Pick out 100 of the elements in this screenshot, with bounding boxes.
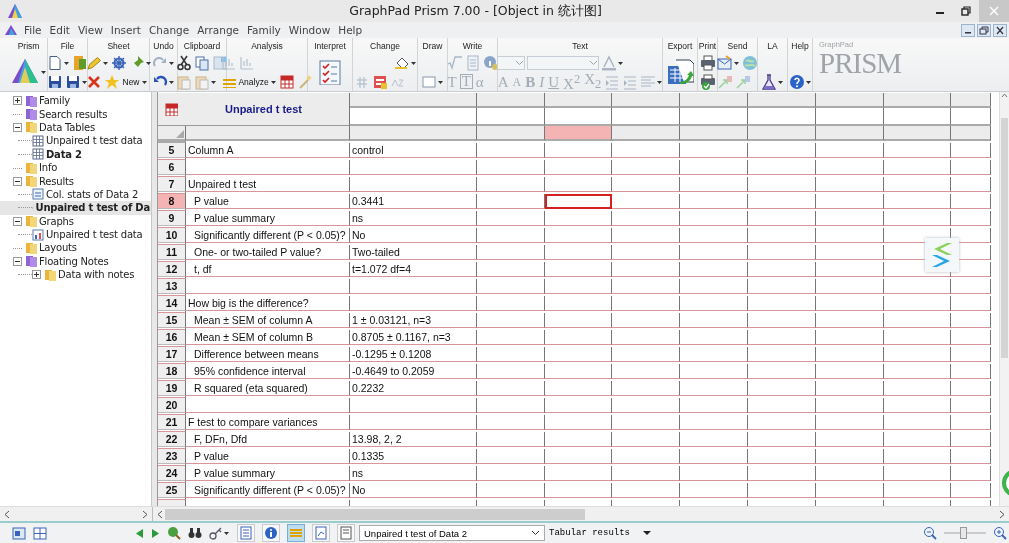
- snowflake-icon[interactable]: [110, 54, 127, 71]
- collapse-icon[interactable]: [13, 216, 22, 226]
- view-button[interactable]: [312, 524, 330, 542]
- column-header[interactable]: [951, 126, 991, 141]
- expand-icon[interactable]: [13, 96, 22, 106]
- tree-item[interactable]: Layouts: [0, 241, 151, 255]
- row-number: 6: [158, 160, 186, 175]
- tree-item[interactable]: Unpaired t test of Da: [0, 201, 151, 215]
- grid-icon[interactable]: [33, 526, 47, 540]
- empty-cell: [748, 296, 816, 311]
- tree-item[interactable]: Unpaired t test data: [0, 227, 151, 242]
- help-icon[interactable]: [788, 73, 812, 90]
- restore-icon[interactable]: [977, 23, 991, 37]
- binoculars-icon[interactable]: [188, 527, 202, 539]
- zoom-out-icon[interactable]: [923, 526, 937, 540]
- column-header[interactable]: [612, 126, 680, 141]
- font-color-icon[interactable]: [600, 54, 624, 71]
- tree-item[interactable]: Col. stats of Data 2: [0, 187, 151, 202]
- floating-widget-icon[interactable]: [925, 238, 959, 272]
- menu-item[interactable]: Arrange: [193, 24, 244, 36]
- view-button[interactable]: [262, 524, 280, 542]
- scroll-up-icon[interactable]: [1001, 92, 1008, 98]
- collapse-icon[interactable]: [13, 122, 22, 132]
- tree-item[interactable]: Info: [0, 160, 151, 175]
- save-icon[interactable]: [47, 73, 63, 90]
- rectangle-icon[interactable]: [421, 73, 444, 90]
- column-header[interactable]: [816, 126, 884, 141]
- view-button[interactable]: [337, 524, 355, 542]
- corner-icon[interactable]: [176, 130, 184, 139]
- close-icon[interactable]: [993, 23, 1007, 37]
- new-button[interactable]: New: [121, 73, 148, 90]
- sheet-dropdown[interactable]: Unpaired t test of Data 2: [359, 525, 545, 541]
- align-icon[interactable]: [640, 73, 664, 90]
- tree-item[interactable]: Graphs: [0, 214, 151, 228]
- next-icon[interactable]: [151, 527, 160, 539]
- zoom-slider[interactable]: [944, 526, 986, 540]
- column-header[interactable]: [186, 126, 350, 141]
- save-as-icon[interactable]: [65, 73, 88, 90]
- restore-icon[interactable]: [961, 6, 971, 16]
- form-icon[interactable]: [371, 73, 388, 90]
- tree-item[interactable]: Family: [0, 94, 151, 108]
- menu-item[interactable]: Help: [334, 24, 367, 36]
- print-check-icon[interactable]: [699, 73, 716, 90]
- key-icon[interactable]: [209, 526, 230, 540]
- mail-icon[interactable]: [717, 54, 740, 71]
- star-icon[interactable]: [103, 73, 120, 90]
- menu-item[interactable]: Edit: [45, 24, 74, 36]
- tree-item[interactable]: Floating Notes: [0, 254, 151, 269]
- column-header[interactable]: [748, 126, 816, 141]
- collapse-icon[interactable]: [13, 256, 22, 266]
- new-file-icon[interactable]: [47, 54, 70, 71]
- view-dropdown[interactable]: Tabular results: [545, 525, 655, 541]
- paste-link-icon[interactable]: [194, 73, 217, 90]
- menu-item[interactable]: Change: [144, 24, 194, 36]
- equation-icon[interactable]: [446, 54, 463, 71]
- export-icon[interactable]: [666, 58, 694, 86]
- scroll-left-icon[interactable]: [4, 509, 10, 519]
- cut-icon[interactable]: [176, 54, 192, 71]
- magnifier-icon[interactable]: [167, 526, 181, 540]
- scrollbar-thumb[interactable]: [165, 508, 585, 520]
- menu-item[interactable]: View: [73, 24, 107, 36]
- tree-item[interactable]: Data with notes: [0, 268, 151, 282]
- empty-cell: [816, 313, 884, 328]
- column-header[interactable]: [680, 126, 748, 141]
- tree-item[interactable]: Search results: [0, 107, 151, 121]
- globe-icon[interactable]: [742, 54, 758, 71]
- column-header[interactable]: [350, 126, 477, 141]
- scroll-left-icon[interactable]: [157, 509, 163, 519]
- tree-item[interactable]: Unpaired t test data: [0, 134, 151, 148]
- scroll-right-icon[interactable]: [142, 509, 148, 519]
- scrollbar-thumb[interactable]: [1001, 118, 1008, 358]
- active-cell[interactable]: [545, 194, 612, 209]
- tree-item[interactable]: Results: [0, 174, 151, 188]
- zoom-in-icon[interactable]: [993, 526, 1007, 540]
- checklist-icon[interactable]: [317, 59, 343, 85]
- print-icon[interactable]: [699, 54, 716, 71]
- chart-icon[interactable]: [221, 54, 238, 71]
- window-icon[interactable]: [12, 526, 26, 540]
- tree-item[interactable]: Data Tables: [0, 120, 151, 135]
- scroll-right-icon[interactable]: [999, 509, 1005, 519]
- column-header[interactable]: [884, 126, 951, 141]
- table-icon[interactable]: [278, 73, 295, 90]
- menu-item[interactable]: File: [20, 24, 46, 36]
- info-icon[interactable]: [482, 54, 499, 71]
- menu-item[interactable]: Family: [243, 24, 285, 36]
- table-cell: t, df: [186, 262, 350, 277]
- slider-thumb[interactable]: [959, 527, 967, 539]
- pencil-icon[interactable]: [85, 54, 109, 71]
- empty-cell: [951, 211, 991, 226]
- column-header[interactable]: [477, 126, 545, 141]
- collapse-icon[interactable]: [13, 176, 22, 186]
- delete-icon[interactable]: [85, 73, 102, 90]
- previous-icon[interactable]: [135, 527, 144, 539]
- flask-icon[interactable]: [761, 73, 784, 90]
- expand-icon[interactable]: [32, 270, 41, 280]
- menu-item[interactable]: Window: [284, 24, 335, 36]
- menu-item[interactable]: Insert: [106, 24, 145, 36]
- tree-item[interactable]: Data 2: [0, 147, 151, 161]
- analyze-button[interactable]: Analyze: [221, 73, 277, 90]
- minimize-icon[interactable]: [961, 23, 975, 37]
